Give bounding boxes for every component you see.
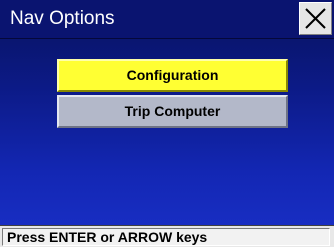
status-text: Press ENTER or ARROW keys: [7, 229, 208, 245]
nav-options-screen: Nav Options Configuration Trip Computer …: [0, 0, 334, 247]
close-icon: [305, 8, 326, 29]
status-field: Press ENTER or ARROW keys: [2, 228, 330, 246]
status-bar: Press ENTER or ARROW keys: [0, 225, 334, 247]
title-bar: Nav Options: [0, 0, 334, 39]
configuration-button[interactable]: Configuration: [57, 59, 288, 92]
trip-computer-button[interactable]: Trip Computer: [57, 95, 288, 128]
window-title: Nav Options: [10, 8, 115, 29]
close-button[interactable]: [299, 2, 332, 35]
